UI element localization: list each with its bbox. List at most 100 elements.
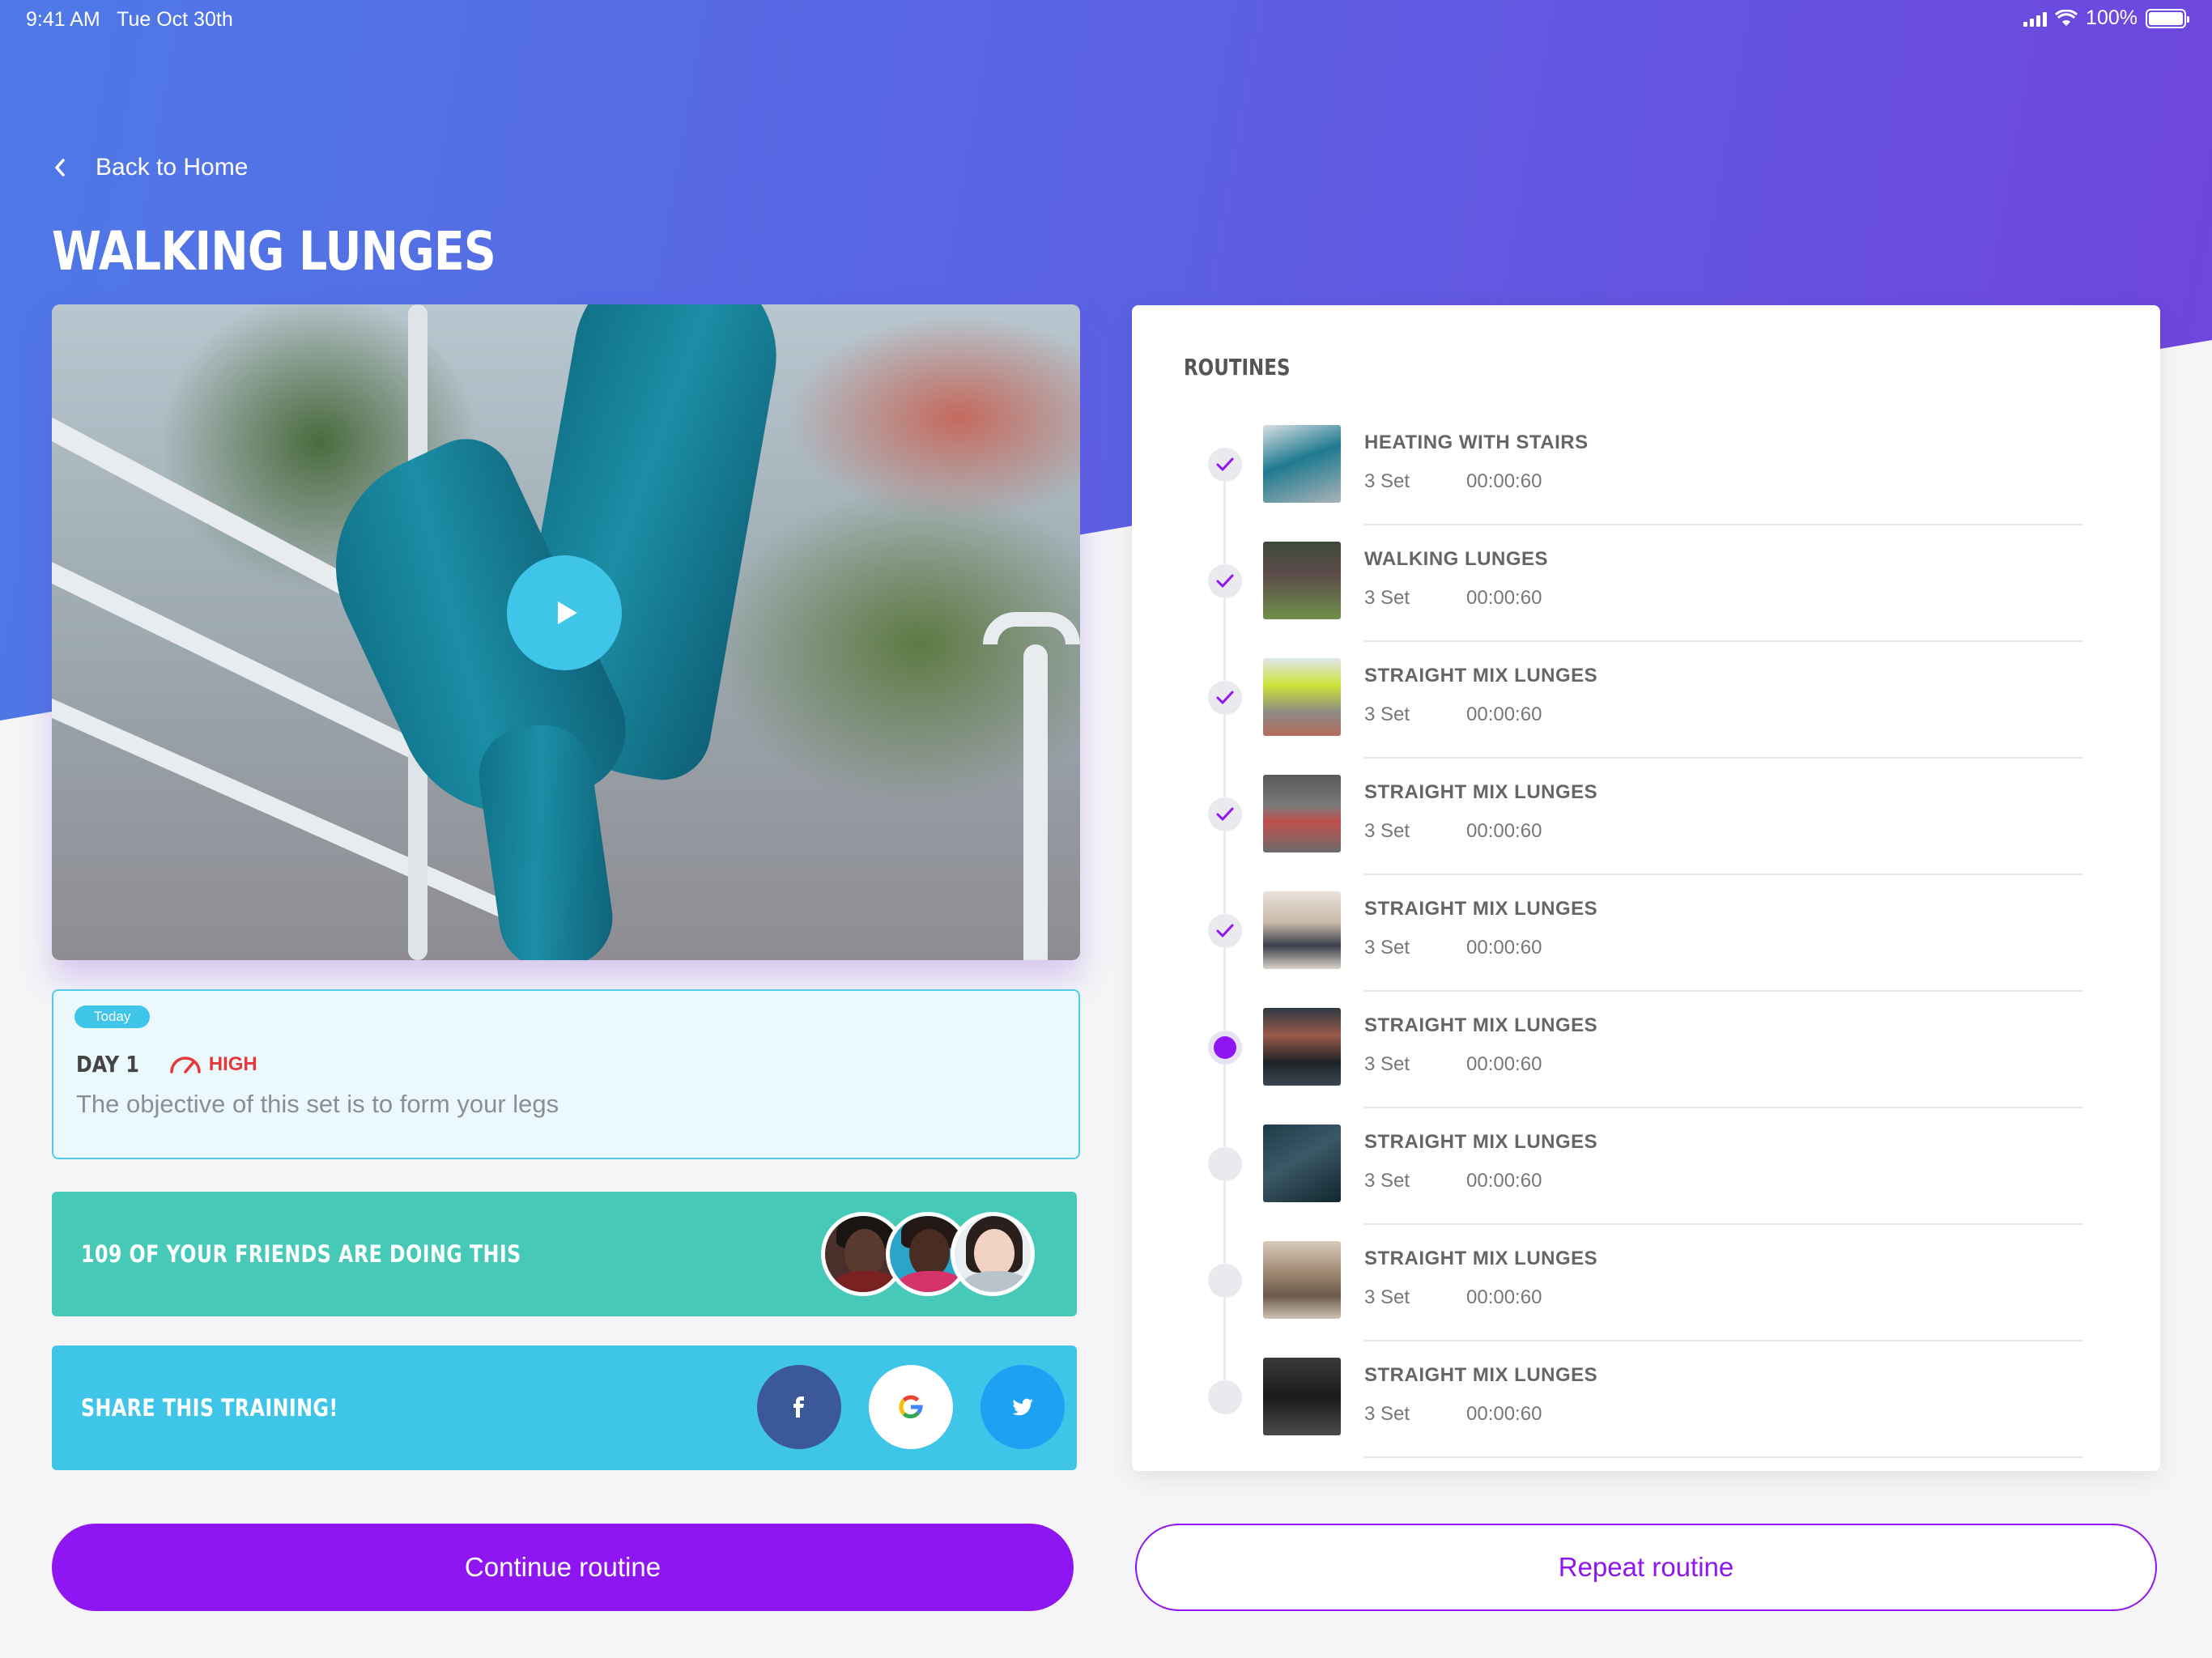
routine-sets: 3 Set: [1364, 1053, 1410, 1075]
routine-status-done: [1208, 797, 1242, 831]
routine-item[interactable]: STRAIGHT MIX LUNGES 3 Set 00:00:60: [1132, 1341, 2160, 1458]
routine-status-current: [1208, 1031, 1242, 1065]
battery-icon: [2146, 8, 2189, 28]
routine-sets: 3 Set: [1364, 704, 1410, 725]
routine-thumbnail: [1263, 1008, 1341, 1086]
status-clock: 9:41 AM: [26, 8, 100, 31]
status-indicators: 100%: [2023, 6, 2189, 30]
routine-name: STRAIGHT MIX LUNGES: [1364, 1014, 1598, 1036]
status-time: 9:41 AM Tue Oct 30th: [26, 8, 233, 32]
play-icon: [558, 602, 577, 624]
routine-thumbnail: [1263, 1358, 1341, 1435]
play-button[interactable]: [507, 555, 622, 670]
speedometer-icon: [170, 1056, 201, 1073]
check-icon: [1216, 807, 1234, 821]
routine-thumbnail: [1263, 891, 1341, 969]
routine-item[interactable]: HEATING WITH STAIRS 3 Set 00:00:60: [1132, 409, 2160, 525]
day-row: DAY 1 HIGH: [76, 1051, 257, 1078]
routine-duration: 00:00:60: [1466, 1403, 1542, 1425]
routine-duration: 00:00:60: [1466, 820, 1542, 842]
intensity-label: HIGH: [208, 1052, 257, 1075]
back-label: Back to Home: [96, 154, 249, 181]
twitter-share-button[interactable]: [981, 1365, 1065, 1449]
day-description: The objective of this set is to form you…: [76, 1090, 559, 1118]
back-to-home-link[interactable]: Back to Home: [52, 154, 248, 181]
routine-status-pending: [1208, 1380, 1242, 1414]
check-icon: [1216, 574, 1234, 588]
status-date: Tue Oct 30th: [117, 8, 233, 31]
routine-sets: 3 Set: [1364, 470, 1410, 492]
routine-duration: 00:00:60: [1466, 1170, 1542, 1192]
routine-sets: 3 Set: [1364, 587, 1410, 609]
routine-duration: 00:00:60: [1466, 470, 1542, 492]
google-icon: [899, 1395, 923, 1419]
routine-name: STRAIGHT MIX LUNGES: [1364, 781, 1598, 803]
routine-name: STRAIGHT MIX LUNGES: [1364, 665, 1598, 687]
repeat-routine-button[interactable]: Repeat routine: [1135, 1524, 2157, 1611]
continue-routine-button[interactable]: Continue routine: [52, 1524, 1074, 1611]
divider: [1364, 1456, 2083, 1458]
routine-item[interactable]: STRAIGHT MIX LUNGES 3 Set 00:00:60: [1132, 642, 2160, 759]
routine-duration: 00:00:60: [1466, 587, 1542, 609]
signal-icon: [2023, 11, 2048, 27]
routine-name: STRAIGHT MIX LUNGES: [1364, 1248, 1598, 1269]
current-dot-icon: [1214, 1036, 1236, 1059]
routine-name: STRAIGHT MIX LUNGES: [1364, 1131, 1598, 1153]
routine-status-done: [1208, 448, 1242, 482]
routines-title: ROUTINES: [1184, 354, 1291, 380]
twitter-icon: [1012, 1398, 1033, 1416]
routine-sets: 3 Set: [1364, 820, 1410, 842]
routine-thumbnail: [1263, 1241, 1341, 1319]
check-icon: [1216, 691, 1234, 704]
routine-duration: 00:00:60: [1466, 1286, 1542, 1308]
stair-post: [983, 612, 1080, 644]
routine-status-done: [1208, 681, 1242, 715]
share-band: SHARE THIS TRAINING!: [52, 1346, 1077, 1470]
routine-name: STRAIGHT MIX LUNGES: [1364, 1364, 1598, 1386]
routine-sets: 3 Set: [1364, 1286, 1410, 1308]
friends-text: 109 OF YOUR FRIENDS ARE DOING THIS: [81, 1240, 521, 1268]
share-text: SHARE THIS TRAINING!: [81, 1394, 338, 1422]
routine-thumbnail: [1263, 542, 1341, 619]
wifi-icon: [2055, 9, 2078, 26]
routines-card: ROUTINES HEATING WITH STAIRS 3 Set 00:00…: [1132, 305, 2160, 1471]
routine-item[interactable]: STRAIGHT MIX LUNGES 3 Set 00:00:60: [1132, 875, 2160, 992]
routine-thumbnail: [1263, 1124, 1341, 1202]
friends-avatars: [821, 1212, 1040, 1296]
routine-name: HEATING WITH STAIRS: [1364, 432, 1589, 453]
routine-duration: 00:00:60: [1466, 704, 1542, 725]
routine-thumbnail: [1263, 658, 1341, 736]
routine-status-pending: [1208, 1264, 1242, 1298]
today-badge: Today: [74, 1005, 151, 1028]
routine-item[interactable]: STRAIGHT MIX LUNGES 3 Set 00:00:60: [1132, 759, 2160, 875]
status-bar: 9:41 AM Tue Oct 30th 100%: [0, 0, 2212, 39]
routine-item[interactable]: WALKING LUNGES 3 Set 00:00:60: [1132, 525, 2160, 642]
battery-percent: 100%: [2086, 6, 2138, 29]
avatar: [951, 1212, 1035, 1296]
facebook-share-button[interactable]: [757, 1365, 841, 1449]
routine-status-done: [1208, 914, 1242, 948]
day-label: DAY 1: [76, 1051, 139, 1078]
day-info-card: Today DAY 1 HIGH The objective of this s…: [52, 989, 1080, 1159]
routine-item[interactable]: STRAIGHT MIX LUNGES 3 Set 00:00:60: [1132, 1108, 2160, 1225]
google-share-button[interactable]: [869, 1365, 953, 1449]
routine-duration: 00:00:60: [1466, 1053, 1542, 1075]
routine-thumbnail: [1263, 775, 1341, 852]
routine-item[interactable]: STRAIGHT MIX LUNGES 3 Set 00:00:60: [1132, 1225, 2160, 1341]
routine-status-done: [1208, 564, 1242, 598]
routine-item[interactable]: STRAIGHT MIX LUNGES 3 Set 00:00:60: [1132, 992, 2160, 1108]
routine-sets: 3 Set: [1364, 1170, 1410, 1192]
page-title: WALKING LUNGES: [52, 220, 496, 283]
stair-post: [1023, 644, 1048, 960]
facebook-icon: [793, 1397, 804, 1418]
routine-duration: 00:00:60: [1466, 937, 1542, 959]
routine-sets: 3 Set: [1364, 937, 1410, 959]
check-icon: [1216, 924, 1234, 937]
exercise-video[interactable]: [52, 304, 1080, 960]
check-icon: [1216, 457, 1234, 471]
intensity-indicator: HIGH: [168, 1053, 257, 1076]
routine-name: WALKING LUNGES: [1364, 548, 1548, 570]
friends-band[interactable]: 109 OF YOUR FRIENDS ARE DOING THIS: [52, 1192, 1077, 1316]
routine-status-pending: [1208, 1147, 1242, 1181]
chevron-left-icon: [55, 159, 65, 176]
